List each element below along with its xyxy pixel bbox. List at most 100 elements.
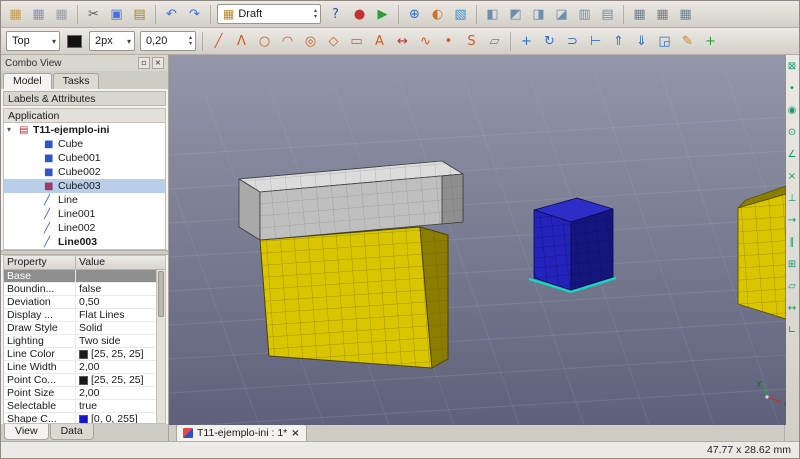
snap-lock-button[interactable]: ⊠ <box>786 60 799 73</box>
tab-tasks[interactable]: Tasks <box>53 73 100 89</box>
copy-button[interactable]: ▣ <box>105 3 128 26</box>
snap-ortho-button[interactable]: ∟ <box>786 324 799 337</box>
left-view-button[interactable]: ▤ <box>596 3 619 26</box>
tab-data[interactable]: Data <box>50 424 94 440</box>
tree-item[interactable]: ╱ Line002 <box>4 221 165 235</box>
tree-item[interactable]: ╱ Line003 <box>4 235 165 249</box>
draft-offset-button[interactable]: ⊃ <box>561 30 584 53</box>
snap-dimensions-button[interactable]: ↔ <box>786 302 799 315</box>
close-panel-button[interactable]: × <box>152 57 164 69</box>
tree-item[interactable]: ■ Cube003 <box>4 179 165 193</box>
property-row[interactable]: Point Size 2,00 <box>4 387 156 400</box>
trimetric-view-button[interactable]: ▦ <box>674 3 697 26</box>
property-row[interactable]: Line Width 2,00 <box>4 361 156 374</box>
draft-wire-button[interactable]: Λ <box>230 30 253 53</box>
right-view-button[interactable]: ◨ <box>527 3 550 26</box>
property-row[interactable]: Base <box>4 270 156 283</box>
bottom-view-button[interactable]: ▥ <box>573 3 596 26</box>
close-tab-icon[interactable]: × <box>291 428 299 439</box>
snap-spinner[interactable]: ▴▾ <box>189 35 192 47</box>
snap-midpoint-button[interactable]: ◉ <box>786 104 799 117</box>
property-row[interactable]: Deviation 0,50 <box>4 296 156 309</box>
zoom-fit-button[interactable]: ⊕ <box>403 3 426 26</box>
draft-polygon-button[interactable]: ◇ <box>322 30 345 53</box>
tree-item[interactable]: ╱ Line001 <box>4 207 165 221</box>
axonometric-view-button[interactable]: ▧ <box>449 3 472 26</box>
snap-endpoint-button[interactable]: • <box>786 82 799 95</box>
cut-button[interactable]: ✂ <box>82 3 105 26</box>
yellow-cube-object[interactable] <box>260 227 448 368</box>
tab-model[interactable]: Model <box>3 73 52 89</box>
workingplane-selector[interactable]: Top ▾ <box>6 31 60 51</box>
property-row[interactable]: Draw Style Solid <box>4 322 156 335</box>
rear-view-button[interactable]: ◪ <box>550 3 573 26</box>
draft-upgrade-button[interactable]: ⇑ <box>607 30 630 53</box>
spin-down-icon[interactable]: ▾ <box>314 14 317 20</box>
snap-perpendicular-button[interactable]: ⊥ <box>786 192 799 205</box>
front-view-button[interactable]: ◧ <box>481 3 504 26</box>
draft-move-button[interactable]: + <box>515 30 538 53</box>
draft-rotate-button[interactable]: ↻ <box>538 30 561 53</box>
property-row[interactable]: Line Color [25, 25, 25] <box>4 348 156 361</box>
property-row[interactable]: Selectable true <box>4 400 156 413</box>
whatsthis-button[interactable]: ? <box>324 3 347 26</box>
macro-execute-button[interactable]: ▶ <box>371 3 394 26</box>
value-column-header[interactable]: Value <box>76 256 165 269</box>
draft-ellipse-button[interactable]: ◎ <box>299 30 322 53</box>
draft-text-button[interactable]: A <box>368 30 391 53</box>
draw-style-button[interactable]: ◐ <box>426 3 449 26</box>
snap-intersection-button[interactable]: × <box>786 170 799 183</box>
draft-downgrade-button[interactable]: ⇓ <box>630 30 653 53</box>
top-view-button[interactable]: ◩ <box>504 3 527 26</box>
draft-trimex-button[interactable]: ⊢ <box>584 30 607 53</box>
new-document-button[interactable]: ▦ <box>4 3 27 26</box>
draft-addpoint-button[interactable]: + <box>699 30 722 53</box>
float-panel-button[interactable]: ▫ <box>138 57 150 69</box>
undo-button[interactable]: ↶ <box>160 3 183 26</box>
draft-circle-button[interactable]: ○ <box>253 30 276 53</box>
snap-workingplane-button[interactable]: ▱ <box>786 280 799 293</box>
draft-arc-button[interactable]: ◠ <box>276 30 299 53</box>
scrollbar-thumb[interactable] <box>158 271 164 317</box>
paste-button[interactable]: ▤ <box>128 3 151 26</box>
snap-spinbox[interactable]: 0,20 ▴▾ <box>140 31 196 51</box>
blue-cube-object[interactable] <box>534 198 613 290</box>
workbench-selector[interactable]: ▦ Draft ▴▾ <box>217 4 321 24</box>
viewport-3d[interactable]: x y <box>169 55 784 423</box>
document-tab[interactable]: T11-ejemplo-ini : 1* × <box>176 424 307 441</box>
draft-scale-button[interactable]: ◲ <box>653 30 676 53</box>
property-row[interactable]: Display ... Flat Lines <box>4 309 156 322</box>
tree-item[interactable]: ■ Cube <box>4 137 165 151</box>
draft-bspline-button[interactable]: ∿ <box>414 30 437 53</box>
line-color-button[interactable] <box>63 30 86 53</box>
draft-line-button[interactable]: ╱ <box>207 30 230 53</box>
draft-dimension-button[interactable]: ↔ <box>391 30 414 53</box>
property-row[interactable]: Boundin... false <box>4 283 156 296</box>
tree-item[interactable]: ▾ ▤ T11-ejemplo-ini <box>4 123 165 137</box>
spin-down-icon[interactable]: ▾ <box>189 41 192 47</box>
snap-parallel-button[interactable]: ∥ <box>786 236 799 249</box>
macro-record-button[interactable]: ● <box>348 3 371 26</box>
property-row[interactable]: Point Co... [25, 25, 25] <box>4 374 156 387</box>
tree-item[interactable]: ■ Cube002 <box>4 165 165 179</box>
draft-facebinder-button[interactable]: ▱ <box>483 30 506 53</box>
draft-rectangle-button[interactable]: ▭ <box>345 30 368 53</box>
iso-view-button[interactable]: ▦ <box>628 3 651 26</box>
tab-view[interactable]: View <box>4 424 49 440</box>
scrollbar[interactable] <box>156 270 165 423</box>
expander-arrow-icon[interactable]: ▾ <box>7 123 16 137</box>
draft-edit-button[interactable]: ✎ <box>676 30 699 53</box>
snap-angle-button[interactable]: ∠ <box>786 148 799 161</box>
save-document-button[interactable]: ▦ <box>50 3 73 26</box>
snap-grid-button[interactable]: ⊞ <box>786 258 799 271</box>
property-row[interactable]: Shape C... [0, 0, 255] <box>4 413 156 424</box>
property-column-header[interactable]: Property <box>4 256 76 269</box>
tree-item[interactable]: ╱ Line <box>4 193 165 207</box>
tree-item[interactable]: ■ Cube001 <box>4 151 165 165</box>
snap-extension-button[interactable]: → <box>786 214 799 227</box>
yellow-cube-right-object[interactable] <box>738 186 786 319</box>
dimetric-view-button[interactable]: ▦ <box>651 3 674 26</box>
workbench-spinner[interactable]: ▴▾ <box>314 8 317 20</box>
property-row[interactable]: Lighting Two side <box>4 335 156 348</box>
redo-button[interactable]: ↷ <box>183 3 206 26</box>
